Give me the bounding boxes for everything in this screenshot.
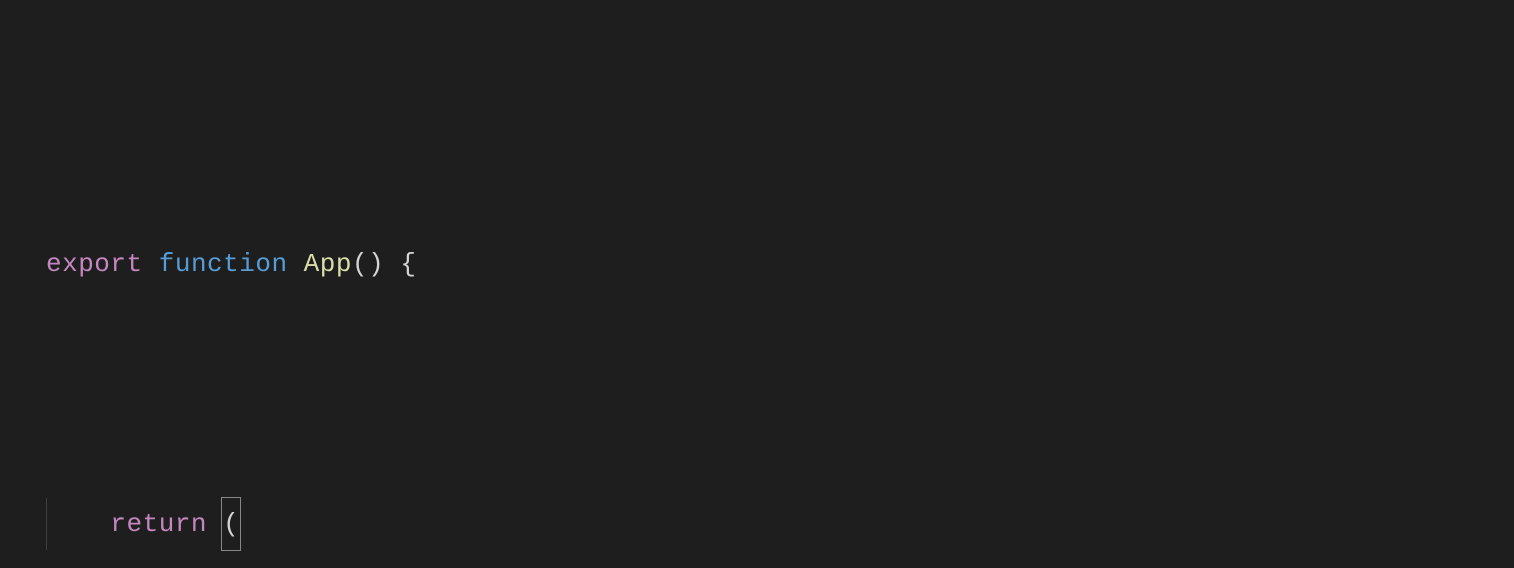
whitespace [384, 238, 400, 290]
keyword-export: export [46, 238, 143, 290]
code-line[interactable]: export function App () { [46, 238, 1514, 290]
function-name: App [304, 238, 352, 290]
code-editor[interactable]: export function App () { return ( < Box [0, 0, 1514, 568]
keyword-return: return [110, 498, 207, 550]
paren-pair: () [352, 238, 384, 290]
open-paren-matched: ( [221, 497, 241, 551]
open-brace: { [400, 238, 416, 290]
code-line[interactable]: return ( [46, 498, 1514, 550]
whitespace [143, 238, 159, 290]
whitespace [288, 238, 304, 290]
keyword-function: function [159, 238, 288, 290]
indent [46, 498, 110, 550]
